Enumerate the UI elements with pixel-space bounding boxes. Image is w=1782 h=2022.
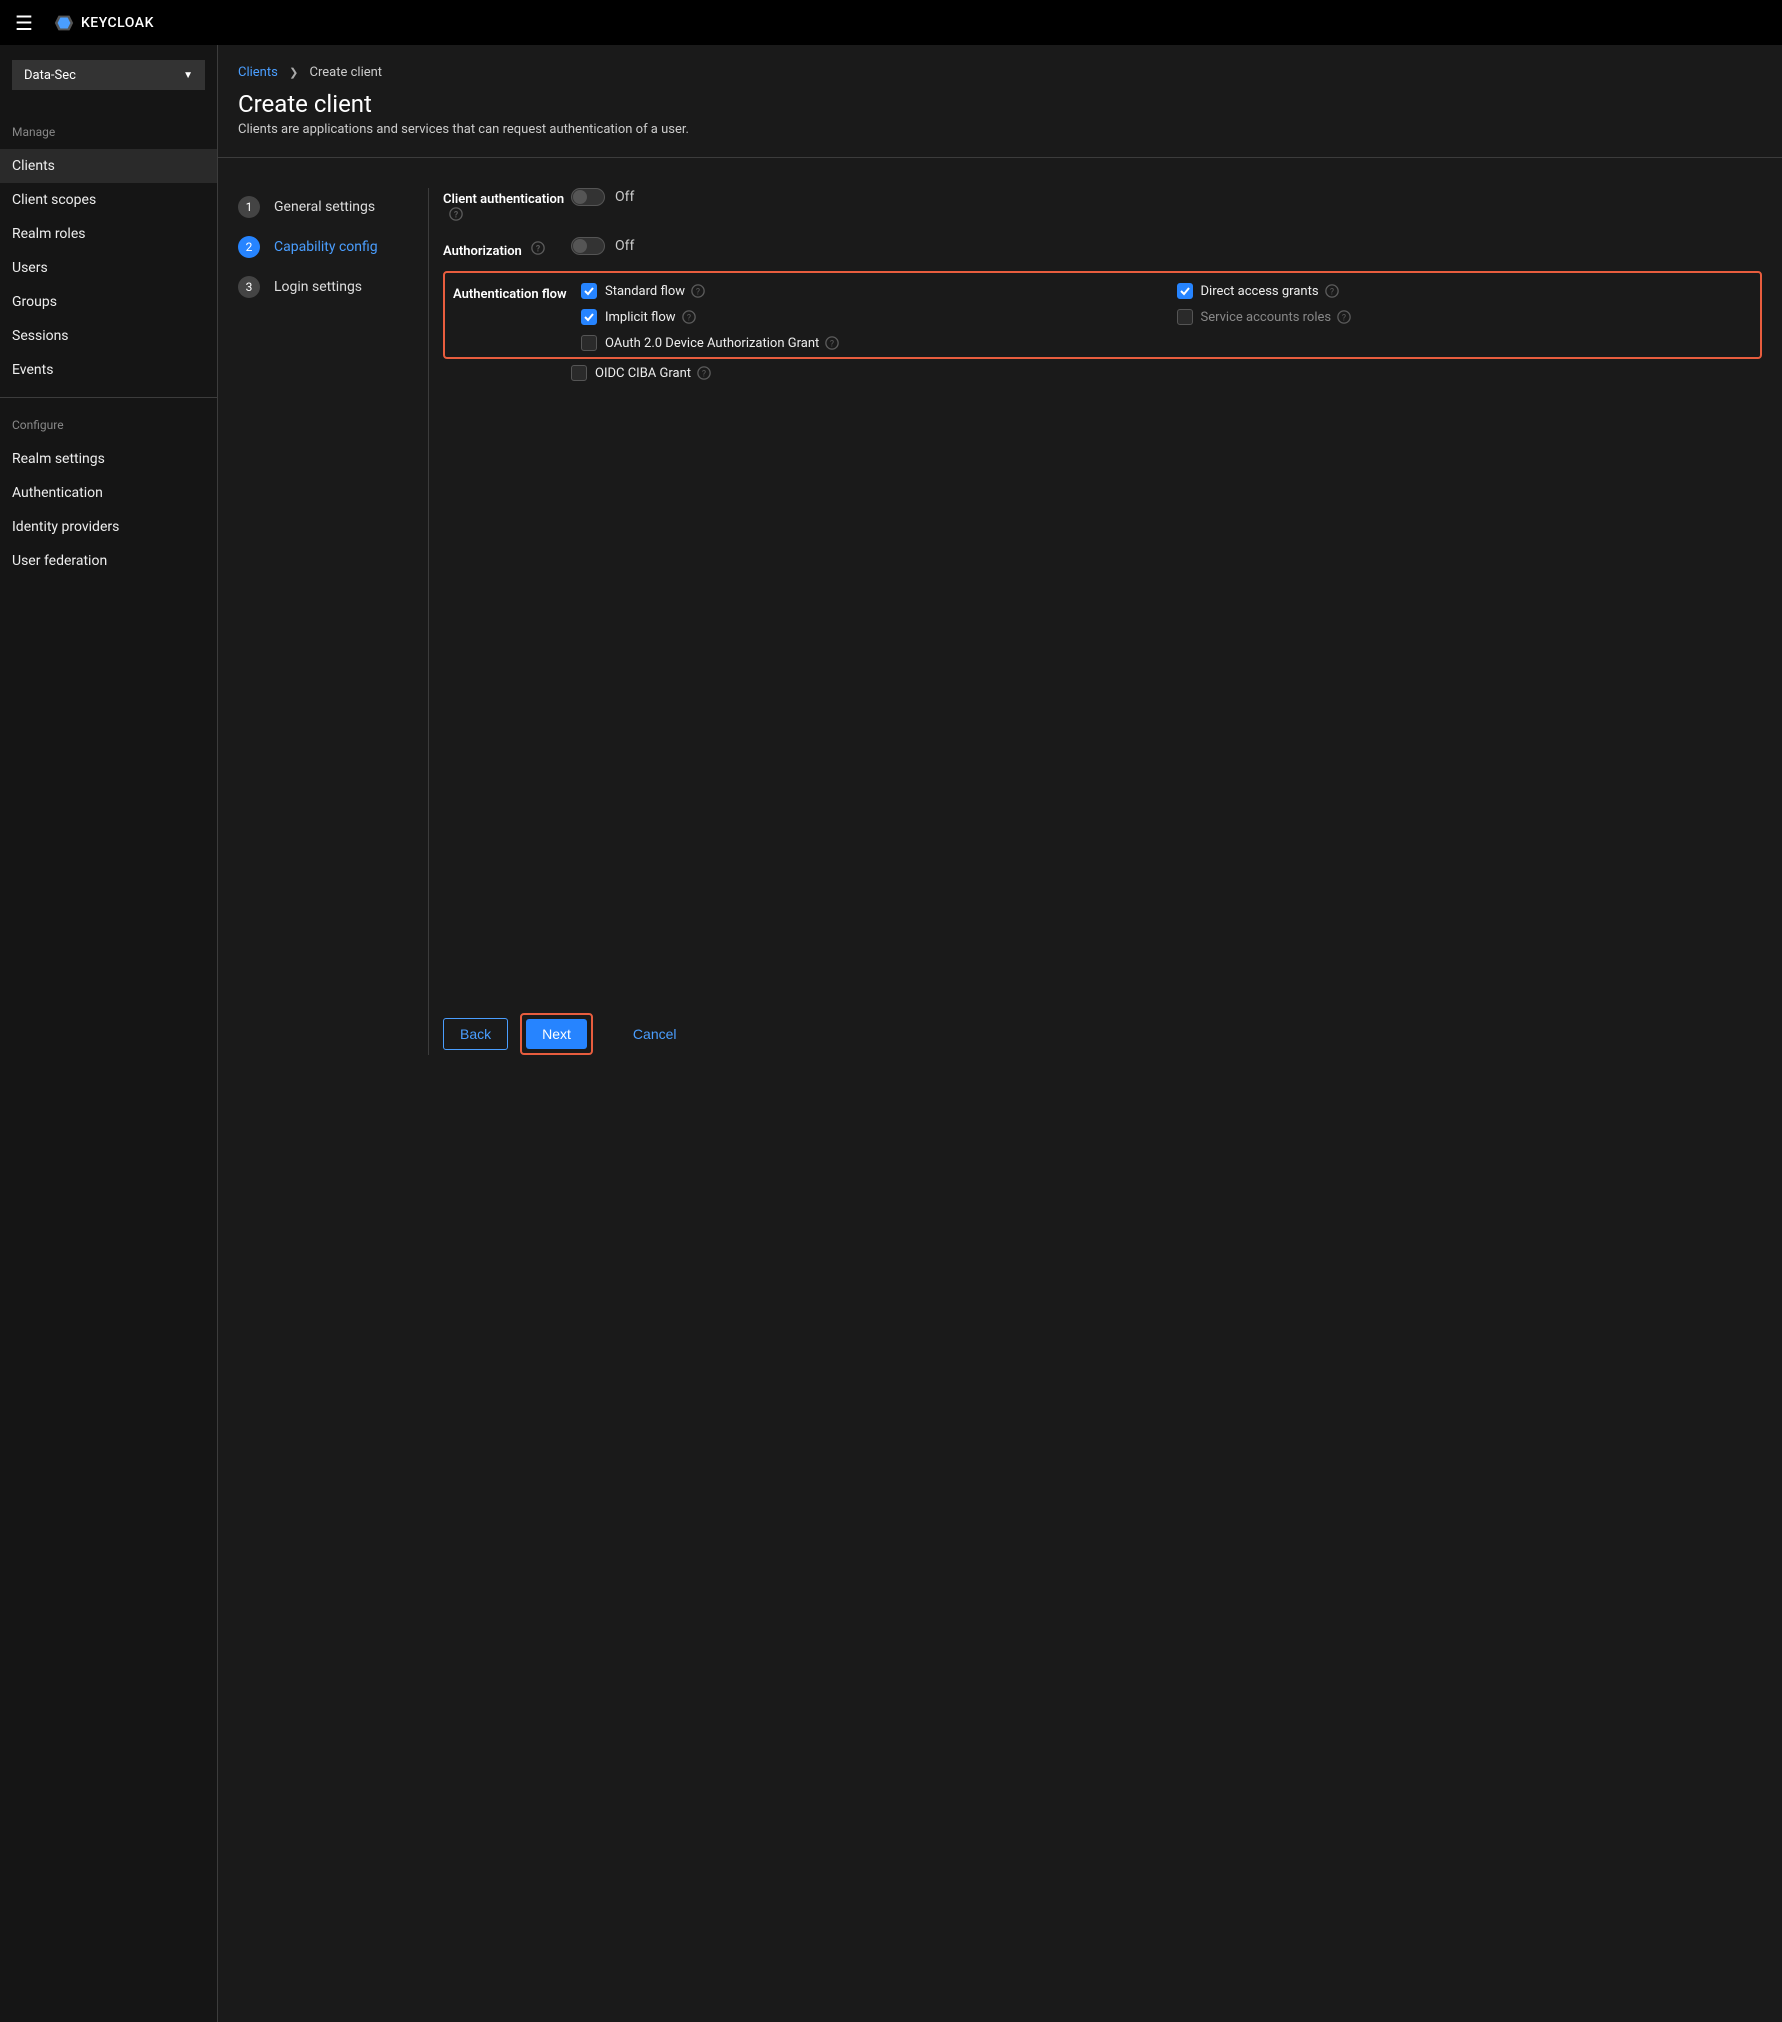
- sidebar-item-realm-roles[interactable]: Realm roles: [0, 217, 217, 251]
- help-icon[interactable]: ?: [697, 366, 711, 380]
- checkbox-icon: [1177, 283, 1193, 299]
- checkbox-icon: [581, 283, 597, 299]
- help-icon[interactable]: ?: [531, 244, 545, 259]
- svg-text:?: ?: [830, 340, 834, 350]
- checkbox-icon: [571, 365, 587, 381]
- help-icon[interactable]: ?: [825, 336, 839, 350]
- step-number: 2: [238, 236, 260, 258]
- svg-text:?: ?: [454, 211, 458, 221]
- checkbox-standard-flow[interactable]: Standard flow ?: [581, 283, 1157, 299]
- cancel-button[interactable]: Cancel: [617, 1019, 693, 1049]
- header: ☰ KEYCLOAK: [0, 0, 1782, 45]
- step-general-settings[interactable]: 1 General settings: [238, 196, 428, 218]
- checkbox-oidc-ciba[interactable]: OIDC CIBA Grant ?: [571, 365, 1762, 381]
- step-label: Login settings: [274, 279, 362, 295]
- toggle-value: Off: [615, 238, 634, 254]
- sidebar-item-events[interactable]: Events: [0, 353, 217, 387]
- help-icon[interactable]: ?: [449, 210, 463, 225]
- toggle-value: Off: [615, 189, 634, 205]
- checkbox-direct-access-grants[interactable]: Direct access grants ?: [1177, 283, 1753, 299]
- realm-name: Data-Sec: [24, 68, 76, 83]
- sidebar-item-user-federation[interactable]: User federation: [0, 544, 217, 578]
- sidebar-item-groups[interactable]: Groups: [0, 285, 217, 319]
- help-icon[interactable]: ?: [682, 310, 696, 324]
- nav-section-configure: Configure: [0, 398, 217, 442]
- step-label: Capability config: [274, 239, 378, 255]
- main-content: Clients ❯ Create client Create client Cl…: [218, 45, 1782, 2022]
- chevron-right-icon: ❯: [289, 66, 298, 79]
- checkbox-oauth-device[interactable]: OAuth 2.0 Device Authorization Grant ?: [581, 335, 1752, 351]
- step-number: 3: [238, 276, 260, 298]
- breadcrumb: Clients ❯ Create client: [238, 65, 1762, 80]
- sidebar-item-authentication[interactable]: Authentication: [0, 476, 217, 510]
- sidebar-item-sessions[interactable]: Sessions: [0, 319, 217, 353]
- step-number: 1: [238, 196, 260, 218]
- checkbox-implicit-flow[interactable]: Implicit flow ?: [581, 309, 1157, 325]
- sidebar-item-users[interactable]: Users: [0, 251, 217, 285]
- sidebar-item-identity-providers[interactable]: Identity providers: [0, 510, 217, 544]
- next-button[interactable]: Next: [526, 1019, 587, 1049]
- page-description: Clients are applications and services th…: [238, 122, 1762, 137]
- checkbox-icon: [581, 335, 597, 351]
- step-label: General settings: [274, 199, 375, 215]
- svg-text:?: ?: [702, 370, 706, 380]
- auth-flow-label: Authentication flow: [453, 283, 581, 302]
- realm-selector[interactable]: Data-Sec ▼: [12, 60, 205, 90]
- breadcrumb-clients-link[interactable]: Clients: [238, 65, 278, 80]
- nav-section-manage: Manage: [0, 105, 217, 149]
- help-icon[interactable]: ?: [691, 284, 705, 298]
- client-auth-label: Client authentication ?: [443, 188, 571, 225]
- sidebar-item-realm-settings[interactable]: Realm settings: [0, 442, 217, 476]
- authorization-label: Authorization ?: [443, 237, 571, 259]
- wizard-steps: 1 General settings 2 Capability config 3…: [238, 188, 428, 1055]
- back-button[interactable]: Back: [443, 1018, 508, 1050]
- keycloak-icon: [53, 12, 75, 34]
- logo[interactable]: KEYCLOAK: [53, 12, 154, 34]
- svg-text:?: ?: [536, 245, 540, 255]
- logo-text: KEYCLOAK: [81, 15, 154, 31]
- page-title: Create client: [238, 90, 1762, 118]
- svg-text:?: ?: [687, 314, 691, 324]
- sidebar-item-client-scopes[interactable]: Client scopes: [0, 183, 217, 217]
- checkbox-icon: [1177, 309, 1193, 325]
- hamburger-icon[interactable]: ☰: [15, 11, 33, 35]
- authorization-toggle[interactable]: Off: [571, 237, 634, 255]
- svg-text:?: ?: [696, 288, 700, 298]
- help-icon[interactable]: ?: [1337, 310, 1351, 324]
- sidebar: Data-Sec ▼ Manage Clients Client scopes …: [0, 45, 218, 2022]
- help-icon[interactable]: ?: [1325, 284, 1339, 298]
- step-capability-config[interactable]: 2 Capability config: [238, 236, 428, 258]
- next-button-highlight: Next: [520, 1013, 593, 1055]
- svg-text:?: ?: [1342, 314, 1346, 324]
- caret-down-icon: ▼: [183, 70, 193, 81]
- checkbox-icon: [581, 309, 597, 325]
- breadcrumb-current: Create client: [310, 65, 383, 80]
- form-panel: Client authentication ? Off Authorizatio…: [428, 188, 1762, 1055]
- client-auth-toggle[interactable]: Off: [571, 188, 634, 206]
- checkbox-service-accounts: Service accounts roles ?: [1177, 309, 1753, 325]
- svg-text:?: ?: [1329, 288, 1333, 298]
- step-login-settings[interactable]: 3 Login settings: [238, 276, 428, 298]
- footer-buttons: Back Next Cancel: [443, 1013, 1762, 1055]
- sidebar-item-clients[interactable]: Clients: [0, 149, 217, 183]
- auth-flow-highlight: Authentication flow Standard flow ?: [443, 271, 1762, 359]
